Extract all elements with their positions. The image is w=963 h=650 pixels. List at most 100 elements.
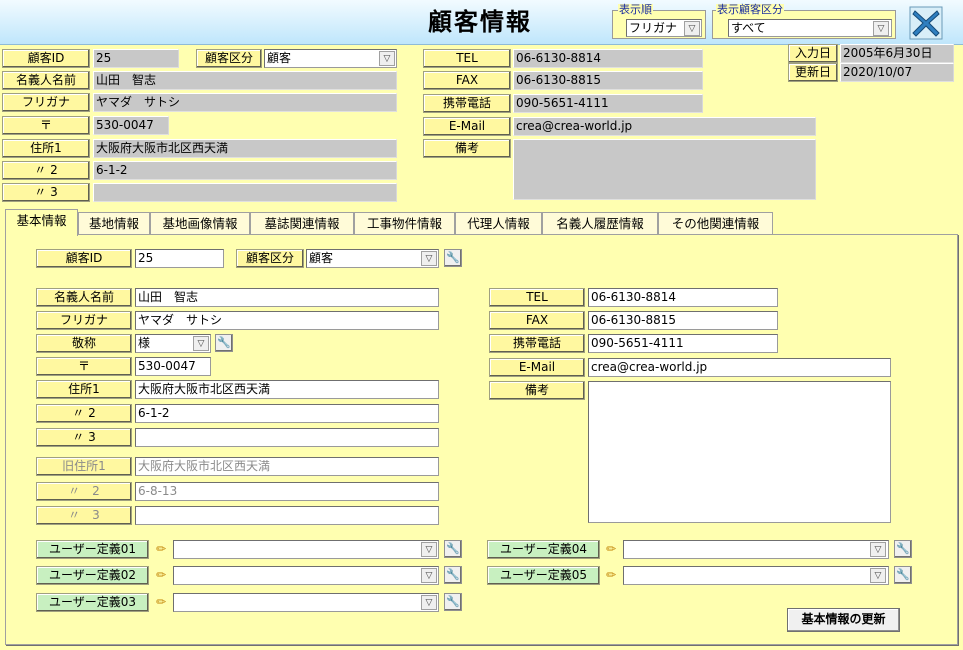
mobile-field[interactable]: 090-5651-4111 xyxy=(588,334,778,353)
category-filter-select[interactable]: すべて xyxy=(728,19,892,37)
old-address3-field[interactable] xyxy=(135,506,439,525)
tab-base-image-info[interactable]: 基地画像情報 xyxy=(150,212,250,235)
pencil-icon[interactable]: ✏ xyxy=(602,540,620,558)
top-postal-value: 530-0047 xyxy=(93,116,169,135)
wrench-icon[interactable]: 🔧 xyxy=(444,593,462,611)
top-address2-label: 〃 2 xyxy=(2,161,90,180)
tab-base-info[interactable]: 基地情報 xyxy=(78,212,150,235)
email-label: E-Mail xyxy=(489,358,585,377)
user-def-03-select[interactable] xyxy=(173,593,439,612)
sort-order-group-label: 表示順 xyxy=(618,3,653,16)
top-fax-label: FAX xyxy=(423,71,511,90)
tel-field[interactable]: 06-6130-8814 xyxy=(588,288,778,307)
customer-id-field[interactable]: 25 xyxy=(135,249,224,268)
furigana-field[interactable]: ヤマダ サトシ xyxy=(135,311,439,330)
customer-type-label: 顧客区分 xyxy=(236,249,304,268)
pencil-icon[interactable]: ✏ xyxy=(602,566,620,584)
mobile-label: 携帯電話 xyxy=(489,334,585,353)
top-notes-value xyxy=(513,139,816,200)
update-basic-info-button[interactable]: 基本情報の更新 xyxy=(787,608,900,632)
customer-type-select[interactable]: 顧客 xyxy=(306,249,439,268)
top-address1-label: 住所1 xyxy=(2,139,90,158)
old-address1-field[interactable]: 大阪府大阪市北区西天満 xyxy=(135,457,439,476)
old-address3-label: 〃 3 xyxy=(36,506,132,525)
chevron-down-icon[interactable]: ▽ xyxy=(421,542,437,557)
address2-field[interactable]: 6-1-2 xyxy=(135,404,439,423)
top-mobile-label: 携帯電話 xyxy=(423,94,511,113)
notes-label: 備考 xyxy=(489,381,585,400)
update-date-label: 更新日 xyxy=(788,63,838,82)
name-field[interactable]: 山田 智志 xyxy=(135,288,439,307)
furigana-label: フリガナ xyxy=(36,311,132,330)
close-x-icon[interactable] xyxy=(909,6,943,40)
honorific-label: 敬称 xyxy=(36,334,132,353)
chevron-down-icon[interactable]: ▽ xyxy=(379,51,395,66)
chevron-down-icon[interactable]: ▽ xyxy=(684,21,700,36)
tab-other-info[interactable]: その他関連情報 xyxy=(658,212,773,235)
tab-construction-info[interactable]: 工事物件情報 xyxy=(354,212,455,235)
address3-label: 〃 3 xyxy=(36,428,132,447)
fax-field[interactable]: 06-6130-8815 xyxy=(588,311,778,330)
customer-id-label: 顧客ID xyxy=(36,249,132,268)
tab-epitaph-info[interactable]: 墓誌関連情報 xyxy=(250,212,354,235)
top-furigana-label: フリガナ xyxy=(2,93,90,112)
entry-date-value: 2005年6月30日 xyxy=(840,44,954,63)
old-address2-label: 〃 2 xyxy=(36,482,132,501)
user-def-01-select[interactable] xyxy=(173,540,439,559)
email-field[interactable]: crea@crea-world.jp xyxy=(588,358,891,377)
top-fax-value: 06-6130-8815 xyxy=(513,71,703,90)
wrench-icon[interactable]: 🔧 xyxy=(444,540,462,558)
address2-label: 〃 2 xyxy=(36,404,132,423)
top-furigana-value: ヤマダ サトシ xyxy=(93,93,397,112)
user-def-03-label: ユーザー定義03 xyxy=(36,593,149,612)
top-customer-type-select[interactable]: 顧客 xyxy=(264,49,397,68)
wrench-icon[interactable]: 🔧 xyxy=(215,334,233,352)
pencil-icon[interactable]: ✏ xyxy=(152,593,170,611)
pencil-icon[interactable]: ✏ xyxy=(152,566,170,584)
chevron-down-icon[interactable]: ▽ xyxy=(870,568,886,583)
address3-field[interactable] xyxy=(135,428,439,447)
update-date-value: 2020/10/07 xyxy=(840,63,954,82)
postal-field[interactable]: 530-0047 xyxy=(135,357,211,376)
top-email-value: crea@crea-world.jp xyxy=(513,117,816,136)
wrench-icon[interactable]: 🔧 xyxy=(444,566,462,584)
tab-holder-history-info[interactable]: 名義人履歴情報 xyxy=(542,212,658,235)
top-name-value: 山田 智志 xyxy=(93,71,397,90)
user-def-02-select[interactable] xyxy=(173,566,439,585)
top-address3-label: 〃 3 xyxy=(2,183,90,202)
user-def-05-select[interactable] xyxy=(623,566,889,585)
user-def-05-label: ユーザー定義05 xyxy=(487,566,600,585)
chevron-down-icon[interactable]: ▽ xyxy=(421,595,437,610)
user-def-02-label: ユーザー定義02 xyxy=(36,566,149,585)
chevron-down-icon[interactable]: ▽ xyxy=(870,542,886,557)
top-tel-value: 06-6130-8814 xyxy=(513,49,703,68)
wrench-icon[interactable]: 🔧 xyxy=(894,566,912,584)
fax-label: FAX xyxy=(489,311,585,330)
top-customer-type-label: 顧客区分 xyxy=(196,49,262,68)
top-mobile-value: 090-5651-4111 xyxy=(513,94,703,113)
top-tel-label: TEL xyxy=(423,49,511,68)
chevron-down-icon[interactable]: ▽ xyxy=(873,21,889,36)
tab-basic-info[interactable]: 基本情報 xyxy=(5,209,78,236)
wrench-icon[interactable]: 🔧 xyxy=(444,249,462,267)
chevron-down-icon[interactable]: ▽ xyxy=(193,336,209,351)
top-customer-id-label: 顧客ID xyxy=(2,49,90,68)
top-address1-value: 大阪府大阪市北区西天満 xyxy=(93,139,397,158)
page-title: 顧客情報 xyxy=(428,7,532,36)
postal-label: 〒 xyxy=(36,357,132,376)
user-def-04-select[interactable] xyxy=(623,540,889,559)
top-postal-label: 〒 xyxy=(2,116,90,135)
chevron-down-icon[interactable]: ▽ xyxy=(421,568,437,583)
top-customer-id-value: 25 xyxy=(93,49,179,68)
top-address2-value: 6-1-2 xyxy=(93,161,397,180)
user-def-01-label: ユーザー定義01 xyxy=(36,540,149,559)
old-address1-label: 旧住所1 xyxy=(36,457,132,476)
wrench-icon[interactable]: 🔧 xyxy=(894,540,912,558)
old-address2-field[interactable]: 6-8-13 xyxy=(135,482,439,501)
notes-field[interactable] xyxy=(588,381,891,523)
top-email-label: E-Mail xyxy=(423,117,511,136)
tab-agent-info[interactable]: 代理人情報 xyxy=(455,212,542,235)
pencil-icon[interactable]: ✏ xyxy=(152,540,170,558)
address1-field[interactable]: 大阪府大阪市北区西天満 xyxy=(135,380,439,399)
chevron-down-icon[interactable]: ▽ xyxy=(421,251,437,266)
